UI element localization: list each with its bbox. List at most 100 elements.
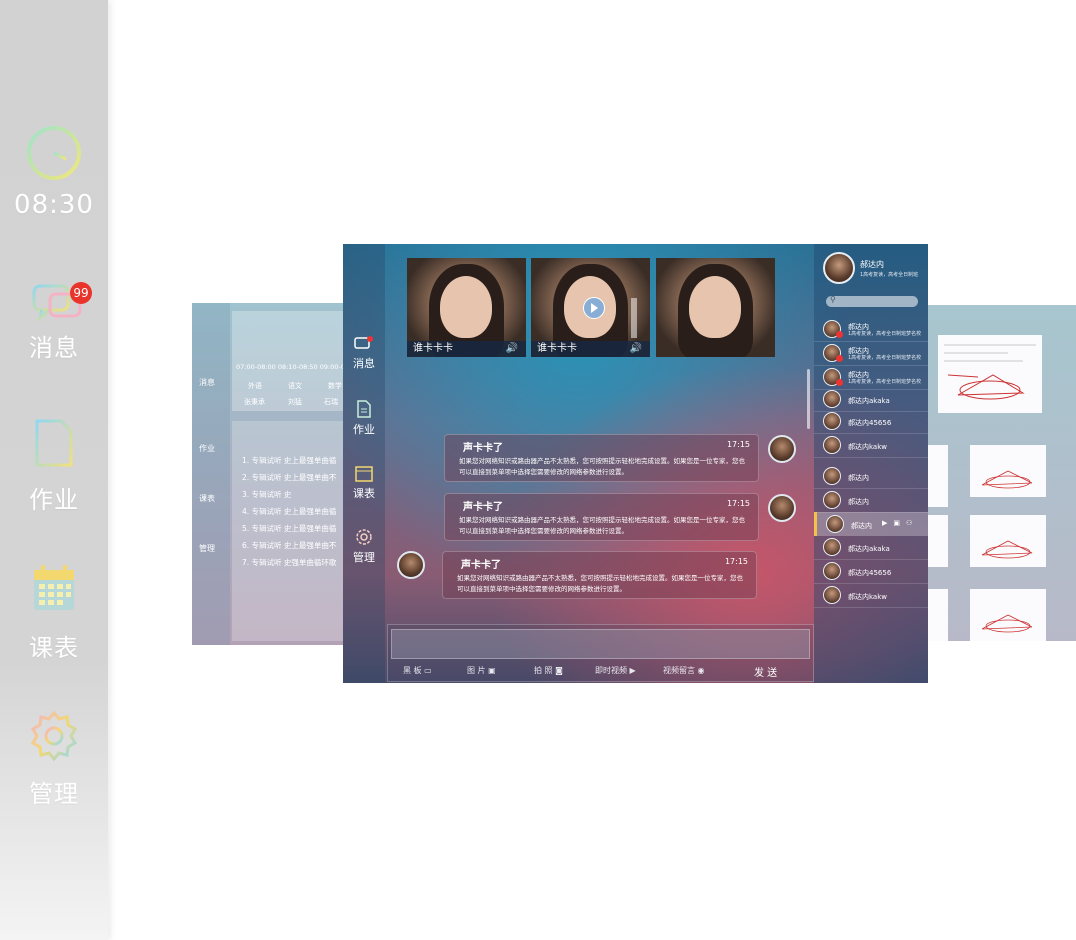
sidebar-item-homework[interactable]: 作业 bbox=[0, 418, 108, 515]
sidebar-item-label: 作业 bbox=[29, 486, 79, 514]
camera-icon: ◙ bbox=[555, 666, 563, 675]
contact-name: 郝达内kakw bbox=[848, 443, 887, 451]
blackboard-button[interactable]: 黑 板 ▭ bbox=[403, 665, 432, 676]
message-input[interactable] bbox=[391, 629, 810, 659]
chat-message: 声卡卡了 17:15 如果您对网络知识或路由器产品不太熟悉，您可按照提示轻松地完… bbox=[444, 434, 759, 482]
teacher-3: 石瑞 bbox=[324, 398, 338, 406]
app-sidebar: 08:30 99 消息 作业 课表 管理 bbox=[0, 0, 108, 940]
image-button[interactable]: 图 片 ▣ bbox=[467, 665, 496, 676]
contact-item[interactable]: 郝达内45656 bbox=[814, 409, 928, 434]
contact-avatar bbox=[823, 491, 841, 509]
subject-2: 语文 bbox=[288, 382, 302, 390]
clock-widget[interactable]: 08:30 bbox=[0, 124, 108, 220]
profile-status: 1高考复读，高考全日制班 bbox=[860, 272, 919, 278]
chat-icon bbox=[354, 336, 373, 349]
video-frame bbox=[689, 276, 741, 338]
list-item: 3. 专辑试听 史 bbox=[242, 490, 292, 499]
video-tile[interactable]: 谁卡卡卡 🔊 bbox=[531, 258, 650, 357]
contact-item[interactable]: 郝达内 bbox=[814, 464, 928, 489]
worksheet-thumbnail[interactable] bbox=[928, 445, 948, 507]
chat-scrollbar[interactable] bbox=[807, 369, 810, 429]
list-item: 2. 专辑试听 史上最强单曲不 bbox=[242, 473, 337, 482]
play-icon[interactable] bbox=[583, 297, 605, 319]
message-time: 17:15 bbox=[726, 440, 750, 449]
contact-item[interactable]: 郝达内 ▶▣⚇ bbox=[814, 512, 928, 536]
video-frame bbox=[440, 276, 492, 338]
nav-item-manage[interactable]: 管理 bbox=[343, 528, 385, 565]
contact-item[interactable]: 郝达内45656 bbox=[814, 559, 928, 584]
nav-item-schedule[interactable]: 课表 bbox=[343, 464, 385, 501]
message-text: 如果您对网络知识或路由器产品不太熟悉，您可按照提示轻松地完成设置。如果您是一位专… bbox=[459, 516, 745, 535]
message-sender: 声卡卡了 bbox=[463, 502, 503, 513]
worksheet-thumbnail[interactable] bbox=[938, 335, 1042, 413]
instant-video-button[interactable]: 即时视频 ▶ bbox=[595, 665, 636, 676]
contact-action-icons[interactable]: ▶▣⚇ bbox=[882, 519, 918, 527]
sidebar-item-label: 课表 bbox=[29, 634, 79, 662]
worksheet-thumbnail[interactable] bbox=[928, 515, 948, 567]
nav-item-messages[interactable]: 消息 bbox=[343, 336, 385, 371]
contact-name: 郝达内 bbox=[848, 474, 869, 482]
video-tile[interactable]: 谁卡卡卡 🔊 bbox=[407, 258, 526, 357]
list-item: 5. 专辑试听 史上最强单曲循 bbox=[242, 524, 337, 533]
play-circle-icon: ◉ bbox=[697, 666, 705, 675]
avatar[interactable] bbox=[397, 551, 425, 579]
sidebar-item-messages[interactable]: 99 消息 bbox=[0, 282, 108, 363]
nav-item-homework[interactable]: 作业 bbox=[343, 400, 385, 437]
sidebar-item-schedule[interactable]: 课表 bbox=[0, 564, 108, 663]
contact-item[interactable]: 郝达内 bbox=[814, 488, 928, 513]
geometry-drawing-icon bbox=[981, 540, 1033, 559]
message-text: 如果您对网络知识或路由器产品不太熟悉，您可按照提示轻松地完成设置。如果您是一位专… bbox=[459, 457, 745, 476]
worksheet-thumbnail[interactable] bbox=[928, 589, 948, 641]
contact-avatar bbox=[823, 562, 841, 580]
contact-status: 1高考复读，高考全日制班梦名校 bbox=[848, 379, 922, 385]
contact-item[interactable]: 郝达内 1高考复读，高考全日制班梦名校 bbox=[814, 317, 928, 342]
volume-icon[interactable]: 🔊 bbox=[630, 341, 642, 357]
profile-avatar[interactable] bbox=[823, 252, 855, 284]
volume-icon[interactable]: 🔊 bbox=[506, 341, 518, 357]
photo-button[interactable]: 拍 照 ◙ bbox=[534, 665, 563, 676]
nav-label: 消息 bbox=[353, 357, 375, 370]
contact-avatar bbox=[823, 412, 841, 430]
contact-avatar bbox=[826, 515, 844, 533]
subject-3: 数学 bbox=[328, 382, 342, 390]
sidebar-item-label: 消息 bbox=[29, 334, 79, 362]
contact-item[interactable]: 郝达内 1高考复读，高考全日制班梦名校 bbox=[814, 341, 928, 366]
schedule-table: 07:00-08:00 08:10-08:50 09:00-0 外语 语文 数学… bbox=[232, 311, 344, 411]
schedule-times: 07:00-08:00 08:10-08:50 09:00-0 bbox=[236, 363, 344, 371]
contact-item[interactable]: 郝达内akaka bbox=[814, 535, 928, 560]
avatar[interactable] bbox=[768, 435, 796, 463]
contact-name: 郝达内45656 bbox=[848, 569, 892, 577]
message-time: 17:15 bbox=[726, 499, 750, 508]
volume-slider[interactable] bbox=[631, 298, 637, 338]
unread-dot bbox=[836, 379, 843, 386]
contact-item[interactable]: 郝达内kakw bbox=[814, 433, 928, 458]
contact-name: 郝达内akaka bbox=[848, 397, 890, 405]
avatar[interactable] bbox=[768, 494, 796, 522]
calendar-icon bbox=[34, 565, 74, 610]
video-tile[interactable] bbox=[656, 258, 775, 357]
contact-avatar bbox=[823, 586, 841, 604]
send-button[interactable]: 发 送 bbox=[754, 664, 777, 679]
message-text: 如果您对网络知识或路由器产品不太熟悉，您可按照提示轻松地完成设置。如果您是一位专… bbox=[457, 574, 743, 593]
worksheet-thumbnail[interactable] bbox=[970, 589, 1046, 641]
document-icon bbox=[357, 400, 371, 418]
sidebar-item-manage[interactable]: 管理 bbox=[0, 710, 108, 809]
message-time: 17:15 bbox=[724, 557, 748, 566]
message-count-badge: 99 bbox=[70, 282, 92, 304]
contact-item[interactable]: 郝达内kakw bbox=[814, 583, 928, 608]
chat-message: 声卡卡了 17:15 如果您对网络知识或路由器产品不太熟悉，您可按照提示轻松地完… bbox=[444, 493, 759, 541]
contact-avatar bbox=[823, 436, 841, 454]
video-caption: 谁卡卡卡 🔊 bbox=[407, 341, 526, 357]
gear-icon bbox=[356, 529, 372, 545]
sidebar-item-label: 管理 bbox=[29, 780, 79, 808]
video-message-button[interactable]: 视频留言 ◉ bbox=[663, 665, 705, 676]
geometry-drawing-icon bbox=[981, 470, 1033, 489]
list-item: 1. 专辑试听 史上最强单曲循 bbox=[242, 456, 337, 465]
contact-avatar bbox=[823, 390, 841, 408]
contact-name: 郝达内 bbox=[851, 522, 872, 530]
image-icon: ▣ bbox=[488, 666, 496, 675]
worksheet-thumbnail[interactable] bbox=[970, 515, 1046, 567]
worksheet-thumbnail[interactable] bbox=[970, 445, 1046, 497]
schedule-screen-preview: 消息 作业 课表 管理 07:00-08:00 08:10-08:50 09:0… bbox=[192, 303, 344, 645]
contact-search-input[interactable]: ⚲ bbox=[826, 295, 918, 307]
